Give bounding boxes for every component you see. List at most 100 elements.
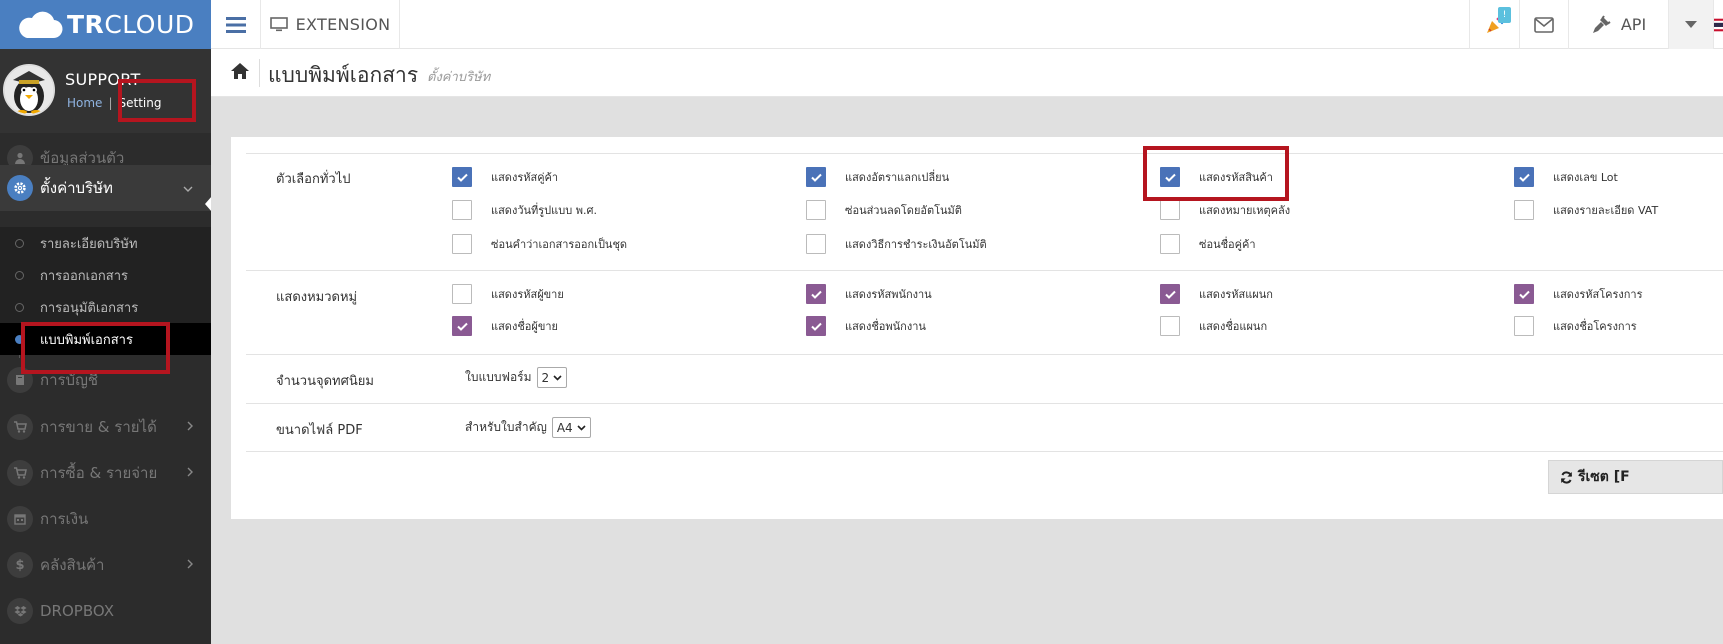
row-divider <box>246 403 1723 404</box>
option-label: แสดงรายละเอียด VAT <box>1553 204 1659 217</box>
option-hide-discount[interactable]: ซ่อนส่วนลดโดยอัตโนมัติ <box>806 200 962 220</box>
api-label: API <box>1620 15 1647 34</box>
checkbox-checked[interactable] <box>806 167 826 187</box>
page-subtitle: ตั้งค่าบริษัท <box>427 70 491 85</box>
sidebar-item-company-settings[interactable]: ตั้งค่าบริษัท <box>0 165 211 211</box>
hamburger-icon <box>225 16 246 33</box>
option-show-vat-details[interactable]: แสดงรายละเอียด VAT <box>1514 200 1658 220</box>
option-label: แสดงอัตราแลกเปลี่ยน <box>845 171 950 184</box>
page-title: แบบพิมพ์เอกสาร <box>268 63 419 87</box>
checkbox-unchecked[interactable] <box>452 234 472 254</box>
calendar-icon <box>7 506 33 532</box>
api-button[interactable]: API <box>1568 0 1668 49</box>
sidebar-item-inventory[interactable]: $ คลังสินค้า <box>0 542 211 588</box>
notification-badge: ! <box>1498 7 1511 23</box>
refresh-icon <box>1561 470 1572 484</box>
option-show-department-code[interactable]: แสดงรหัสแผนก <box>1160 284 1273 304</box>
notifications-button[interactable]: ! <box>1469 0 1519 49</box>
sidebar-item-label: การซื้อ & รายจ่าย <box>40 464 158 482</box>
avatar[interactable] <box>3 64 55 116</box>
checkbox-checked[interactable] <box>1514 167 1534 187</box>
checkbox-checked[interactable] <box>1160 284 1180 304</box>
option-show-lot-number[interactable]: แสดงเลข Lot <box>1514 167 1618 187</box>
checkbox-unchecked[interactable] <box>806 234 826 254</box>
checkbox-unchecked[interactable] <box>1514 200 1534 220</box>
chevron-down-icon <box>553 374 562 381</box>
annotation-box-product-code <box>1143 146 1289 201</box>
checkbox-unchecked[interactable] <box>1160 200 1180 220</box>
reset-button[interactable]: รีเซต [F <box>1548 460 1723 494</box>
checkbox-unchecked[interactable] <box>806 200 826 220</box>
top-bar: TRCLOUD EXTENSION ! API <box>0 0 1723 49</box>
option-label: แสดงวิธีการชำระเงินอัตโนมัติ <box>845 238 987 251</box>
option-show-partner-code[interactable]: แสดงรหัสคู่ค้า <box>452 167 558 187</box>
section-label-decimals: จำนวนจุดทศนิยม <box>276 374 374 389</box>
section-label-category: แสดงหมวดหมู่ <box>276 290 358 305</box>
option-show-project-code[interactable]: แสดงรหัสโครงการ <box>1514 284 1642 304</box>
language-button[interactable] <box>1713 0 1723 49</box>
option-show-employee-code[interactable]: แสดงรหัสพนักงาน <box>806 284 932 304</box>
checkbox-checked[interactable] <box>1514 284 1534 304</box>
pdf-size-field-label: สำหรับใบสำคัญ <box>465 420 547 434</box>
sidebar-item-dropbox[interactable]: DROPBOX <box>0 588 211 634</box>
header-divider <box>259 59 260 87</box>
option-hide-partner-name[interactable]: ซ่อนชื่อคู่ค้า <box>1160 234 1256 254</box>
option-buddhist-date[interactable]: แสดงวันที่รูปแบบ พ.ศ. <box>452 200 597 220</box>
menu-toggle-button[interactable] <box>211 0 261 49</box>
sidebar-item-sales[interactable]: การขาย & รายได้ <box>0 404 211 450</box>
checkbox-unchecked[interactable] <box>452 284 472 304</box>
option-show-seller-name[interactable]: แสดงชื่อผู้ขาย <box>452 316 558 336</box>
option-show-seller-code[interactable]: แสดงรหัสผู้ขาย <box>452 284 564 304</box>
caret-down-icon <box>1685 21 1697 28</box>
option-show-project-name[interactable]: แสดงชื่อโครงการ <box>1514 316 1637 336</box>
option-show-warehouse-note[interactable]: แสดงหมายเหตุคลัง <box>1160 200 1290 220</box>
checkbox-unchecked[interactable] <box>1514 316 1534 336</box>
option-show-department-name[interactable]: แสดงชื่อแผนก <box>1160 316 1267 336</box>
decimals-select[interactable]: 2 <box>536 367 568 388</box>
bullet-icon <box>15 302 24 312</box>
checkbox-checked[interactable] <box>452 316 472 336</box>
sidebar-item-finance[interactable]: การเงิน <box>0 496 211 542</box>
option-show-payment-method[interactable]: แสดงวิธีการชำระเงินอัตโนมัติ <box>806 234 987 254</box>
decimals-field-label: ใบแบบฟอร์ม <box>465 370 532 384</box>
sidebar-subitem-label: รายละเอียดบริษัท <box>40 236 138 252</box>
plug-icon <box>1592 14 1611 33</box>
sidebar-item-label: คลังสินค้า <box>40 556 105 574</box>
extension-button[interactable]: EXTENSION <box>261 0 400 49</box>
checkbox-checked[interactable] <box>806 316 826 336</box>
page-header: แบบพิมพ์เอกสาร ตั้งค่าบริษัท <box>211 49 1723 97</box>
checkbox-unchecked[interactable] <box>1160 316 1180 336</box>
sidebar-item-label: การเงิน <box>40 510 89 528</box>
print-settings-panel: ตัวเลือกทั่วไป แสดงรหัสคู่ค้า แสดงอัตราแ… <box>231 137 1723 519</box>
thai-flag-icon <box>1714 18 1723 31</box>
sidebar-item-label: การขาย & รายได้ <box>40 418 157 436</box>
sidebar-item-purchases[interactable]: การซื้อ & รายจ่าย <box>0 450 211 496</box>
brand-logo[interactable]: TRCLOUD <box>0 0 211 49</box>
option-show-exchange-rate[interactable]: แสดงอัตราแลกเปลี่ยน <box>806 167 949 187</box>
pdf-size-select[interactable]: A4 <box>551 417 591 438</box>
home-icon[interactable] <box>230 62 250 84</box>
monitor-icon <box>269 17 288 32</box>
checkbox-checked[interactable] <box>452 167 472 187</box>
chevron-right-icon <box>187 558 193 572</box>
checkbox-checked[interactable] <box>806 284 826 304</box>
option-label: แสดงรหัสพนักงาน <box>845 288 932 301</box>
extension-label: EXTENSION <box>295 15 391 34</box>
checkbox-unchecked[interactable] <box>1160 234 1180 254</box>
sidebar-subitem-label: การอนุมัติเอกสาร <box>40 300 139 316</box>
option-hide-batch-label[interactable]: ซ่อนคำว่าเอกสารออกเป็นชุด <box>452 234 627 254</box>
home-link[interactable]: Home <box>67 96 102 110</box>
user-dropdown-button[interactable] <box>1668 0 1713 49</box>
gear-icon <box>7 175 33 201</box>
sidebar-subitem-document-issue[interactable]: การออกเอกสาร <box>0 259 211 291</box>
section-label-pdf-size: ขนาดไฟล์ PDF <box>276 423 363 438</box>
chevron-right-icon <box>187 466 193 480</box>
mail-button[interactable] <box>1519 0 1568 49</box>
chevron-right-icon <box>187 420 193 434</box>
sidebar-subitem-company-details[interactable]: รายละเอียดบริษัท <box>0 227 211 259</box>
bullet-icon <box>15 238 24 248</box>
option-show-employee-name[interactable]: แสดงชื่อพนักงาน <box>806 316 926 336</box>
sidebar-subitem-document-approval[interactable]: การอนุมัติเอกสาร <box>0 291 211 323</box>
checkbox-unchecked[interactable] <box>452 200 472 220</box>
cloud-icon <box>19 11 63 38</box>
